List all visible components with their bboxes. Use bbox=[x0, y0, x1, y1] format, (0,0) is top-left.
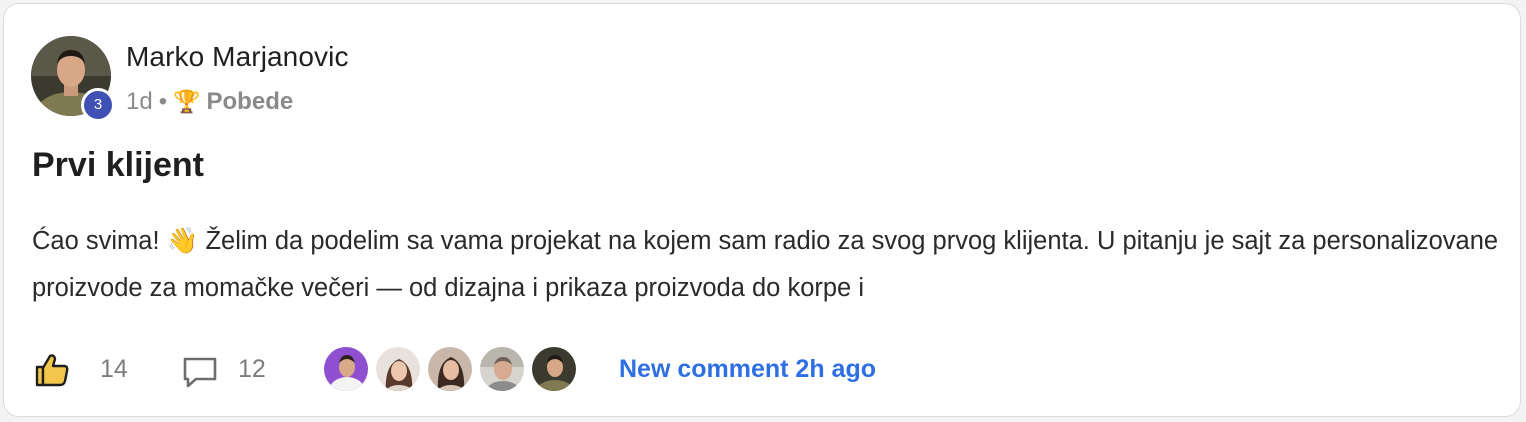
comment-count: 12 bbox=[238, 355, 266, 383]
author-avatar-wrap[interactable]: 3 bbox=[31, 36, 115, 122]
post-footer: 14 12 New comment 2h ago bbox=[32, 344, 1432, 394]
trophy-icon: 🏆 bbox=[173, 89, 201, 114]
like-count: 14 bbox=[100, 355, 128, 383]
thumbs-up-icon[interactable] bbox=[32, 350, 72, 390]
commenter-avatar[interactable] bbox=[322, 345, 370, 393]
comment-icon[interactable] bbox=[180, 352, 220, 392]
author-name[interactable]: Marko Marjanovic bbox=[126, 41, 349, 73]
post-title[interactable]: Prvi klijent bbox=[32, 146, 204, 185]
new-comment-link[interactable]: New comment 2h ago bbox=[619, 355, 876, 384]
commenter-avatar[interactable] bbox=[530, 345, 578, 393]
level-badge: 3 bbox=[81, 88, 115, 122]
post-body[interactable]: Ćao svima! 👋 Želim da podelim sa vama pr… bbox=[32, 218, 1502, 312]
commenter-avatar[interactable] bbox=[426, 345, 474, 393]
commenter-avatar[interactable] bbox=[478, 345, 526, 393]
commenter-avatar[interactable] bbox=[374, 345, 422, 393]
meta-separator: • bbox=[158, 88, 168, 115]
post-time: 1d bbox=[126, 88, 153, 115]
category-label[interactable]: Pobede bbox=[207, 88, 294, 116]
post-meta: 1d • 🏆 Pobede bbox=[126, 88, 293, 116]
post-card[interactable]: 3 Marko Marjanovic 1d • 🏆 Pobede Prvi kl… bbox=[3, 3, 1521, 417]
